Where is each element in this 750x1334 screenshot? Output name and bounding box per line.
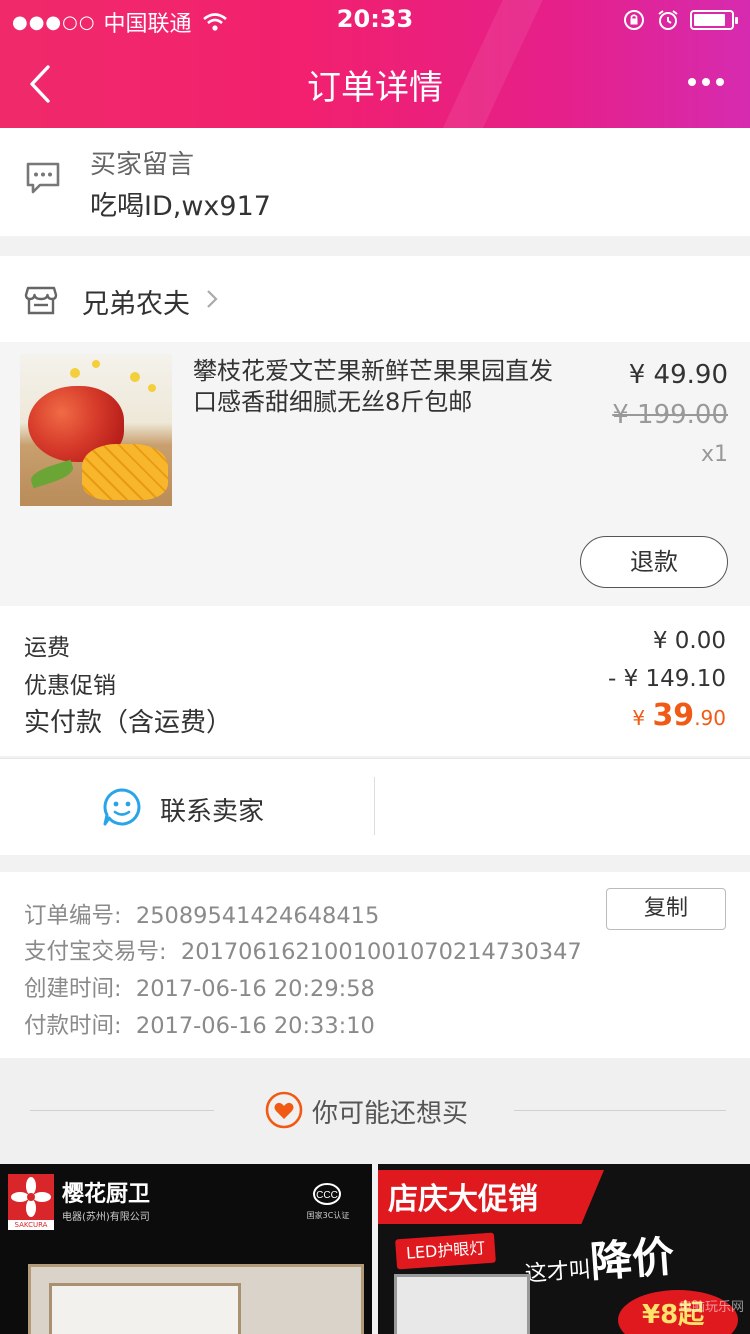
shipping-row: 运费 ¥ 0.00 [24, 628, 726, 662]
product-item[interactable]: 攀枝花爱文芒果新鲜芒果果园直发口感香甜细腻无丝8斤包邮 ¥ 49.90 ¥ 19… [0, 342, 750, 606]
recommend-header: 你可能还想买 [0, 1058, 750, 1164]
product-title[interactable]: 攀枝花爱文芒果新鲜芒果果园直发口感香甜细腻无丝8斤包邮 [193, 356, 573, 418]
alipay-number-row: 支付宝交易号: 2017061621001001070214730347 [24, 934, 582, 966]
refund-button[interactable]: 退款 [580, 536, 728, 588]
brand-name: 樱花厨卫 [62, 1182, 151, 1207]
panel-inner [49, 1283, 241, 1334]
chevron-right-icon [207, 290, 218, 308]
fee-summary: 运费 ¥ 0.00 优惠促销 - ¥ 149.10 实付款（含运费） ¥ 39.… [0, 606, 750, 756]
flower-decoration [92, 360, 100, 368]
status-time: 20:33 [336, 5, 414, 33]
flower-decoration [70, 368, 80, 378]
mango-leaf [28, 459, 76, 489]
action-bar: 联系卖家 [0, 758, 750, 855]
shop-icon [24, 286, 58, 315]
chat-bubble-icon [26, 162, 60, 194]
created-time-row: 创建时间: 2017-06-16 20:29:58 [24, 971, 375, 1003]
status-right [622, 8, 738, 32]
led-panel-image [394, 1274, 530, 1334]
total-integer: 39 [652, 698, 695, 733]
more-dot [702, 78, 710, 86]
page-title: 订单详情 [307, 68, 443, 108]
battery-level [694, 14, 725, 26]
created-time-label: 创建时间: [24, 976, 122, 1002]
slogan-pre: 这才叫 [524, 1257, 592, 1288]
divider-line [30, 1110, 214, 1111]
total-currency: ¥ [632, 706, 646, 730]
created-time: 2017-06-16 20:29:58 [135, 976, 375, 1002]
total-value: ¥ 39.90 [632, 698, 726, 733]
product-image[interactable] [20, 354, 172, 506]
order-info: 订单编号: 25089541424648415 支付宝交易号: 20170616… [0, 872, 750, 1058]
discount-label: 优惠促销 [24, 673, 116, 699]
buyer-message-section: 买家留言 吃喝ID,wx917 [0, 128, 750, 236]
action-divider [374, 777, 375, 835]
brand-english: SAKCURA [8, 1220, 54, 1230]
sakura-flower-icon [11, 1177, 51, 1217]
rotation-lock-icon [624, 10, 644, 30]
cert-label: 国家3C认证 [306, 1211, 350, 1220]
order-number: 25089541424648415 [135, 903, 380, 929]
divider-line [514, 1110, 726, 1111]
discount-row: 优惠促销 - ¥ 149.10 [24, 666, 726, 700]
contact-seller-label: 联系卖家 [160, 797, 265, 827]
total-label: 实付款（含运费） [24, 708, 233, 738]
cert-badge-icon: CCC 国家3C认证 [306, 1180, 349, 1220]
paid-time: 2017-06-16 20:33:10 [135, 1013, 375, 1039]
shipping-value: ¥ 0.00 [652, 628, 726, 654]
copy-button[interactable]: 复制 [606, 888, 726, 930]
shop-row[interactable]: 兄弟农夫 [0, 256, 750, 342]
total-row: 实付款（含运费） ¥ 39.90 [24, 698, 726, 739]
flower-decoration [130, 372, 140, 382]
buyer-message-text: 吃喝ID,wx917 [90, 191, 271, 222]
mango-cut-half [82, 444, 168, 500]
order-number-row: 订单编号: 25089541424648415 [24, 898, 379, 930]
promo-slogan: 这才叫降价 [522, 1223, 676, 1294]
more-dots-icon[interactable] [688, 78, 724, 86]
alipay-number-label: 支付宝交易号: [24, 939, 167, 965]
paid-time-row: 付款时间: 2017-06-16 20:33:10 [24, 1008, 375, 1040]
discount-value: - ¥ 149.10 [607, 666, 726, 692]
recommend-tile-2[interactable]: 店庆大促销 LED护眼灯 这才叫降价 ¥8起 电脑玩乐网 [378, 1164, 750, 1334]
paid-time-label: 付款时间: [24, 1013, 122, 1039]
promo-tag: LED护眼灯 [395, 1232, 497, 1270]
buyer-message-label: 买家留言 [90, 150, 195, 180]
order-number-label: 订单编号: [24, 903, 122, 929]
more-dot [688, 78, 696, 86]
flower-decoration [148, 384, 156, 392]
shop-name[interactable]: 兄弟农夫 [82, 282, 190, 321]
recommend-tile-1[interactable]: SAKCURA 樱花厨卫 电器(苏州)有限公司 CCC 国家3C认证 [0, 1164, 372, 1334]
alipay-number: 2017061621001001070214730347 [180, 939, 582, 965]
alarm-icon [658, 10, 678, 30]
contact-seller-button[interactable]: 联系卖家 [0, 759, 374, 855]
product-original-price: ¥ 199.00 [612, 400, 728, 430]
watermark: 电脑玩乐网 [678, 1300, 744, 1315]
product-panel-image [28, 1264, 364, 1334]
promo-headline: 店庆大促销 [388, 1182, 538, 1217]
sakura-logo-icon [8, 1174, 54, 1220]
shipping-label: 运费 [24, 635, 70, 661]
nav-bar: 订单详情 [0, 40, 750, 128]
battery-icon [690, 10, 738, 30]
recommend-label: 你可能还想买 [312, 1099, 469, 1129]
product-quantity: x1 [700, 442, 728, 467]
slogan-big: 降价 [588, 1231, 676, 1287]
more-dot [716, 78, 724, 86]
smiley-chat-icon [103, 788, 141, 826]
svg-text:CCC: CCC [316, 1190, 338, 1201]
product-price: ¥ 49.90 [628, 360, 728, 390]
status-bar: ●●●○○ 中国联通 20:33 [0, 0, 750, 40]
brand-company: 电器(苏州)有限公司 [62, 1212, 150, 1223]
heart-icon [265, 1091, 303, 1129]
header: ●●●○○ 中国联通 20:33 订单详情 [0, 0, 750, 128]
total-decimal: .90 [694, 706, 726, 730]
